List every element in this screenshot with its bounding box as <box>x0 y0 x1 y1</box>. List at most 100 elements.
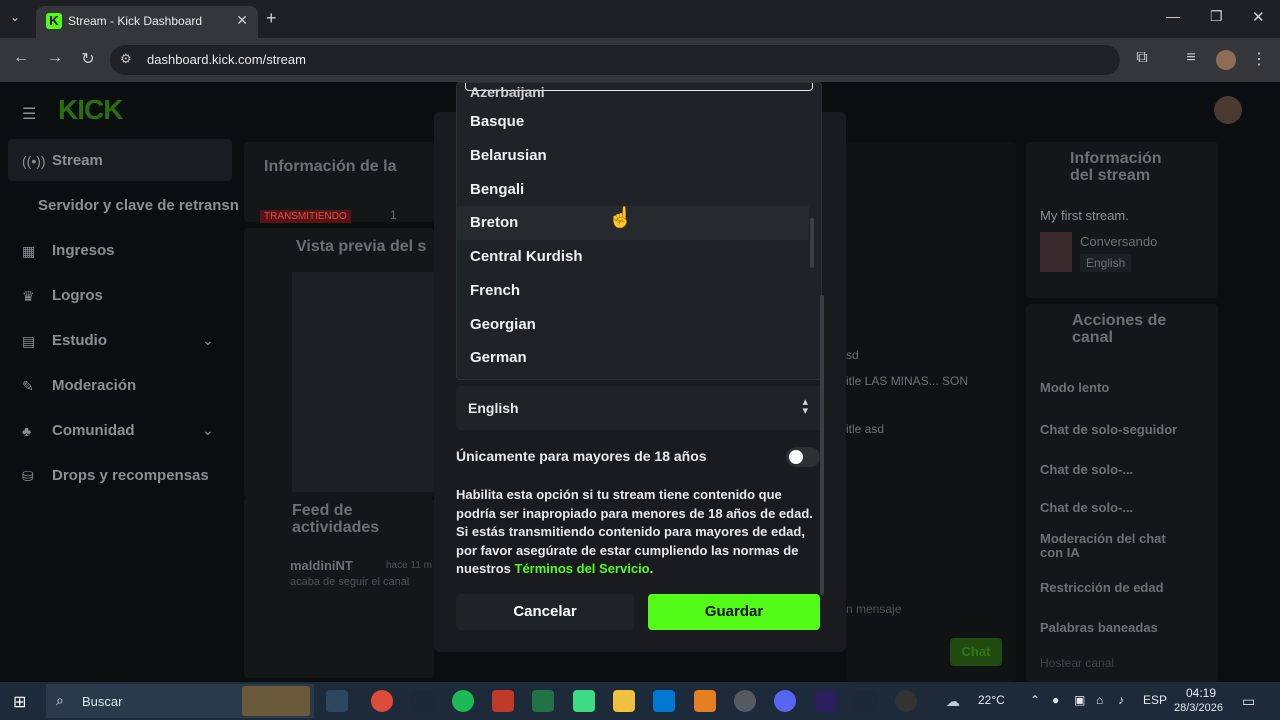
search-icon: ⌕ <box>56 692 64 708</box>
sidebar-item-studio[interactable]: Estudio <box>52 332 107 349</box>
dropdown-scrollbar[interactable] <box>810 218 814 268</box>
stream-info-title: Información de la <box>264 158 397 175</box>
language-option[interactable]: Basque <box>457 105 809 139</box>
stream-title: My first stream. <box>1040 208 1129 223</box>
action-emote-chat[interactable]: Chat de solo-... <box>1040 500 1133 515</box>
action-host-channel[interactable]: Hostear canal <box>1040 656 1114 670</box>
action-slow-mode[interactable]: Modo lento <box>1040 380 1109 395</box>
sidebar-item-community[interactable]: Comunidad <box>52 422 135 439</box>
spotify-app-icon[interactable] <box>452 690 474 712</box>
mature-desc-end: . <box>649 561 654 576</box>
chrome-app-icon[interactable] <box>371 690 393 712</box>
profile-avatar[interactable] <box>1216 50 1236 70</box>
back-icon[interactable]: ← <box>10 49 32 67</box>
minimize-icon[interactable]: — <box>1166 8 1180 24</box>
browser-tab[interactable]: K Stream - Kick Dashboard ✕ <box>36 6 258 38</box>
language-option[interactable]: Bengali <box>457 173 809 207</box>
task-view-icon[interactable] <box>326 690 348 712</box>
user-avatar[interactable] <box>1214 96 1242 124</box>
outlook-app-icon[interactable] <box>653 690 675 712</box>
studio-chevron-icon[interactable]: ⌄ <box>202 332 214 349</box>
terms-of-service-link[interactable]: Términos del Servicio <box>515 561 650 576</box>
language-option[interactable]: German <box>457 341 809 375</box>
sidebar-item-moderation[interactable]: Moderación <box>52 377 136 394</box>
language-option[interactable]: French <box>457 274 809 308</box>
app-icon-orange[interactable] <box>694 690 716 712</box>
chat-input-placeholder[interactable]: n mensaje <box>846 602 901 616</box>
tray-mic-icon[interactable]: ● <box>1052 693 1059 707</box>
feed-user: maldiniNT <box>290 558 353 573</box>
premiere-app-icon[interactable] <box>815 690 837 712</box>
tray-network-icon[interactable]: ⌂ <box>1096 693 1103 707</box>
discord-app-icon[interactable] <box>774 690 796 712</box>
address-bar[interactable]: ⚙ dashboard.kick.com/stream <box>110 45 1120 75</box>
sidebar-item-drops[interactable]: Drops y recompensas <box>52 467 209 484</box>
app-icon-red[interactable] <box>492 690 514 712</box>
language-select[interactable]: English ▴ ▾ <box>456 386 822 430</box>
community-chevron-icon[interactable]: ⌄ <box>202 422 214 439</box>
chat-line-1: sd <box>846 348 859 362</box>
window-close-icon[interactable]: ✕ <box>1252 8 1265 26</box>
viewer-count: 1 <box>390 208 397 222</box>
tray-camera-icon[interactable]: ▣ <box>1074 693 1085 707</box>
mature-content-toggle[interactable] <box>786 447 820 467</box>
tray-time[interactable]: 04:19 <box>1186 686 1216 700</box>
media-player-icon[interactable] <box>734 690 756 712</box>
action-followers-chat[interactable]: Chat de solo-seguidor <box>1040 422 1177 437</box>
cancel-button[interactable]: Cancelar <box>456 594 634 630</box>
media-control-icon[interactable]: ≡ <box>1180 49 1202 67</box>
tray-date[interactable]: 28/3/2026 <box>1174 702 1223 714</box>
app-icon-green[interactable] <box>532 690 554 712</box>
language-dropdown-list[interactable]: Azerbaijani Basque Belarusian Bengali Br… <box>456 82 822 380</box>
taskbar-search[interactable]: ⌕ Buscar <box>46 684 314 718</box>
restore-icon[interactable]: ❐ <box>1210 8 1223 25</box>
drops-icon: ⛁ <box>22 468 34 484</box>
weather-temp[interactable]: 22°C <box>978 693 1005 707</box>
notifications-icon[interactable]: ▭ <box>1242 693 1255 710</box>
site-info-icon[interactable]: ⚙ <box>120 51 132 67</box>
category-name: Conversando <box>1080 234 1158 249</box>
save-button[interactable]: Guardar <box>648 594 820 630</box>
tab-search-icon[interactable]: ⌄ <box>10 10 20 24</box>
action-age-restriction[interactable]: Restricción de edad <box>1040 580 1164 595</box>
action-banned-words[interactable]: Palabras baneadas <box>1040 620 1158 635</box>
sidebar-item-achievements[interactable]: Logros <box>52 287 103 304</box>
language-option-hovered[interactable]: Breton <box>457 206 809 240</box>
file-explorer-icon[interactable] <box>613 690 635 712</box>
app-icon-android[interactable] <box>573 690 595 712</box>
steam-app-icon[interactable] <box>411 690 433 712</box>
live-badge: TRANSMITIENDO <box>260 210 351 223</box>
sidebar-item-revenue[interactable]: Ingresos <box>52 242 115 259</box>
toggle-knob <box>789 450 803 464</box>
revenue-icon: ▦ <box>22 243 36 259</box>
browser-menu-icon[interactable]: ⋮ <box>1248 49 1270 69</box>
tray-volume-icon[interactable]: ♪ <box>1118 693 1124 707</box>
stream-icon: ((•)) <box>22 153 46 169</box>
chat-send-button[interactable]: Chat <box>950 638 1002 666</box>
new-tab-icon[interactable]: + <box>266 8 277 29</box>
action-ai-moderation[interactable]: Moderación del chat con IA <box>1040 532 1180 560</box>
extensions-icon[interactable]: ⧉ <box>1131 49 1153 67</box>
steam-app-icon-2[interactable] <box>855 690 877 712</box>
tray-language[interactable]: ESP <box>1143 693 1167 707</box>
modal-scrollbar[interactable] <box>820 295 824 595</box>
forward-icon[interactable]: → <box>44 49 66 67</box>
language-select-value: English <box>468 400 519 416</box>
language-option[interactable]: Central Kurdish <box>457 240 809 274</box>
language-option[interactable]: Georgian <box>457 308 809 342</box>
windows-start-icon[interactable]: ⊞ <box>13 692 26 712</box>
tab-close-icon[interactable]: ✕ <box>236 12 248 29</box>
sidebar-item-stream[interactable]: Stream <box>52 152 103 169</box>
tray-chevron-icon[interactable]: ⌃ <box>1030 693 1040 707</box>
sidebar-item-server-key[interactable]: Servidor y clave de retransn <box>38 197 239 214</box>
obs-app-icon[interactable] <box>895 690 917 712</box>
browser-tab-strip: ⌄ K Stream - Kick Dashboard ✕ + — ❐ ✕ <box>0 0 1280 38</box>
taskbar-search-placeholder: Buscar <box>82 694 123 709</box>
kick-logo[interactable]: KICK <box>58 94 123 126</box>
action-sub-chat[interactable]: Chat de solo-... <box>1040 462 1133 477</box>
reload-icon[interactable]: ↻ <box>77 49 99 69</box>
tab-title: Stream - Kick Dashboard <box>68 14 203 28</box>
weather-icon: ☁ <box>946 693 960 709</box>
hamburger-menu-icon[interactable]: ☰ <box>22 104 36 124</box>
language-option[interactable]: Belarusian <box>457 139 809 173</box>
